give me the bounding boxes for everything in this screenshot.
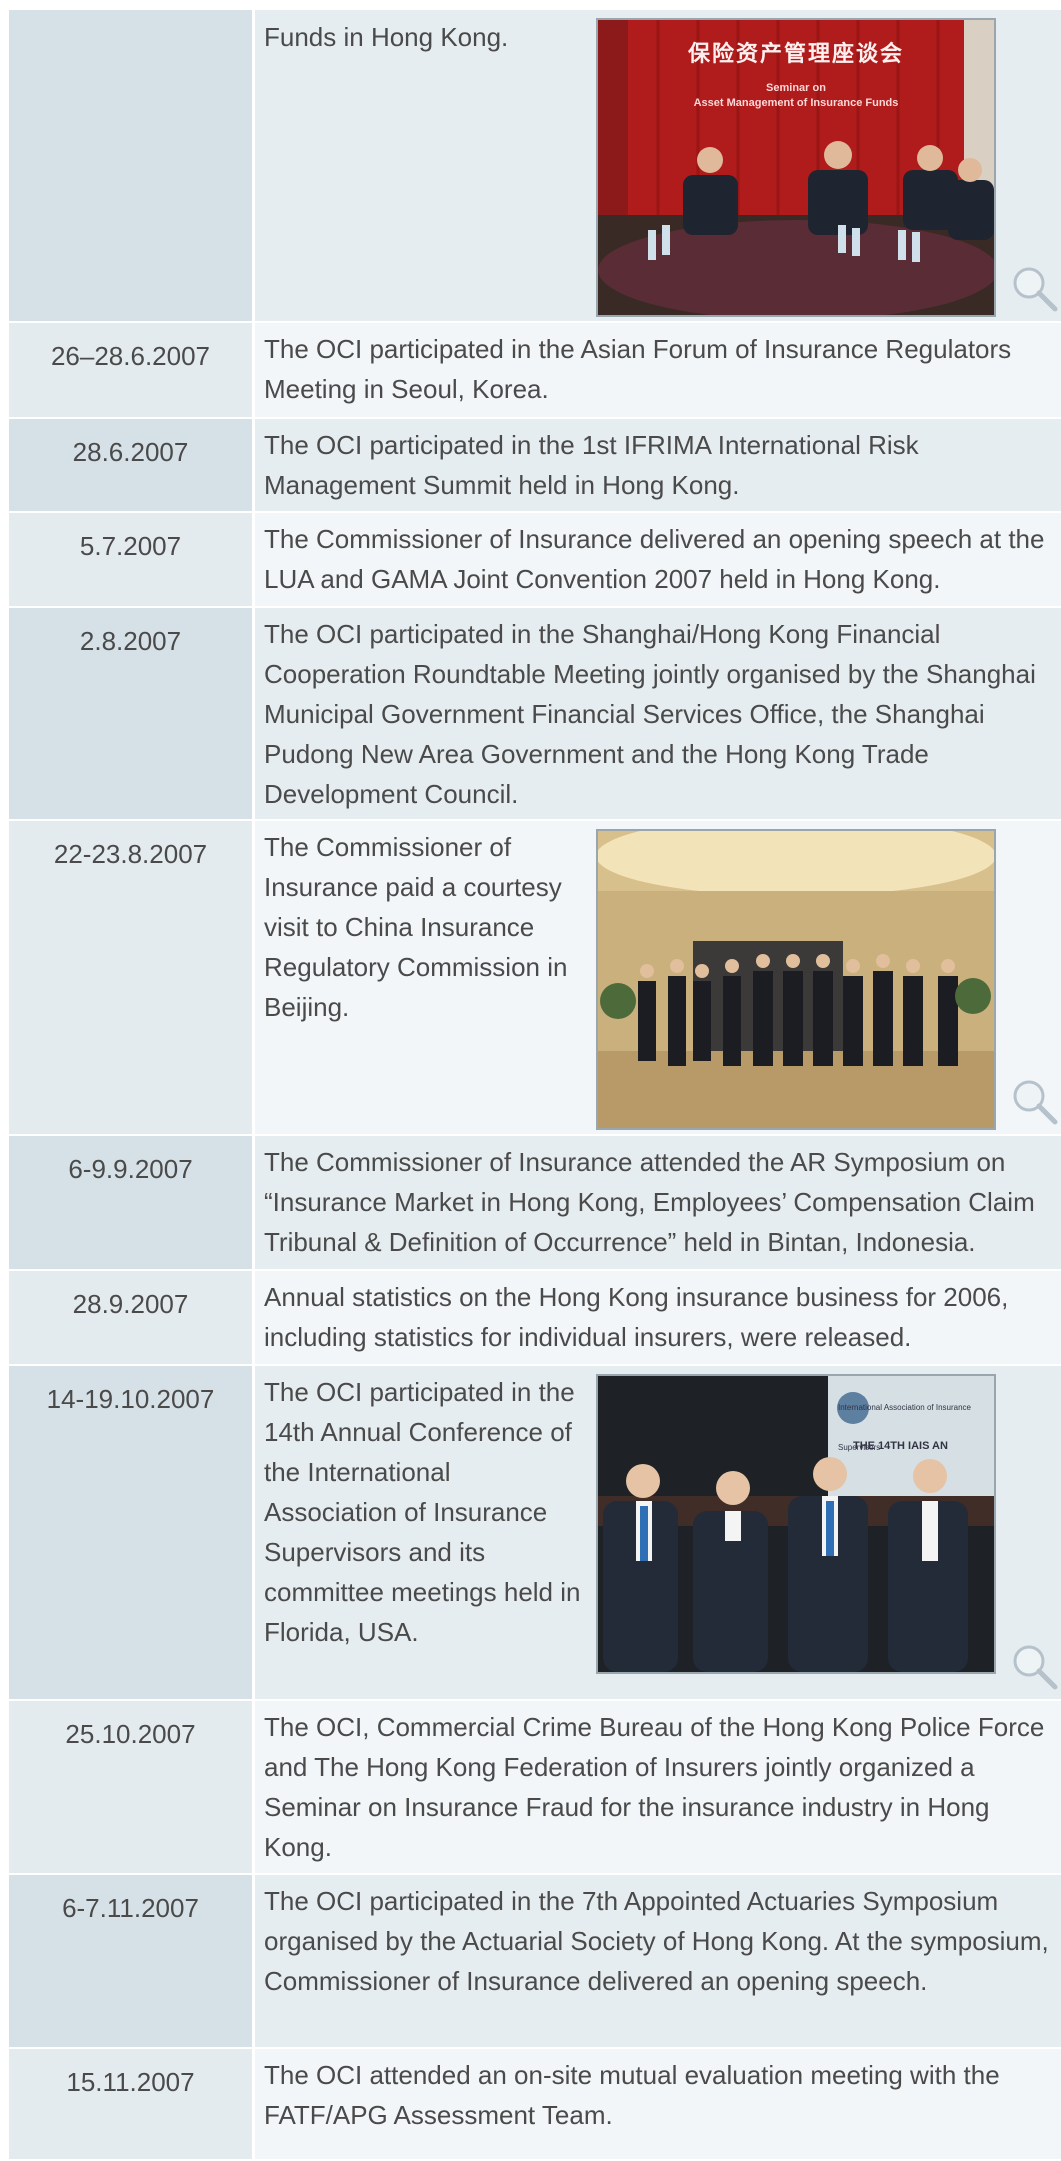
event-description: The Commissioner of Insurance paid a cou… [264, 832, 568, 1022]
event-date: 5.7.2007 [9, 513, 255, 606]
event-description: The OCI participated in the 14th Annual … [264, 1377, 581, 1647]
event-date: 25.10.2007 [9, 1701, 255, 1873]
event-description: The Commissioner of Insurance attended t… [255, 1136, 1061, 1269]
event-date: 2.8.2007 [9, 608, 255, 819]
table-row: 6-7.11.2007 The OCI participated in the … [9, 1875, 1061, 2049]
table-row: 25.10.2007 The OCI, Commercial Crime Bur… [9, 1701, 1061, 1875]
event-date [9, 10, 255, 321]
event-description: The OCI participated in the Asian Forum … [255, 323, 1061, 417]
event-photo[interactable] [596, 829, 996, 1130]
magnify-icon[interactable] [1009, 263, 1059, 313]
event-description: The OCI attended an on-site mutual evalu… [255, 2049, 1061, 2159]
event-photo[interactable]: 保险资产管理座谈会 Seminar on Asset Management of… [596, 18, 996, 317]
conference-banner-line2: THE 14TH IAIS AN [853, 1440, 948, 1452]
event-description: The OCI participated in the 1st IFRIMA I… [255, 419, 1061, 511]
table-row: 6-9.9.2007 The Commissioner of Insurance… [9, 1136, 1061, 1271]
event-description: The OCI, Commercial Crime Bureau of the … [255, 1701, 1061, 1873]
table-row: Funds in Hong Kong. 保险资产管理座谈会 Seminar on… [9, 10, 1061, 323]
table-row: 28.6.2007 The OCI participated in the 1s… [9, 419, 1061, 513]
event-photo[interactable]: International Association of Insurance S… [596, 1374, 996, 1674]
event-description: The OCI participated in the Shanghai/Hon… [255, 608, 1061, 819]
magnify-icon[interactable] [1009, 1641, 1059, 1691]
event-date: 28.6.2007 [9, 419, 255, 511]
event-date: 6-7.11.2007 [9, 1875, 255, 2047]
event-date: 15.11.2007 [9, 2049, 255, 2159]
table-row: 26–28.6.2007 The OCI participated in the… [9, 323, 1061, 419]
event-description: Funds in Hong Kong. [264, 22, 509, 52]
table-row: 15.11.2007 The OCI attended an on-site m… [9, 2049, 1061, 2161]
event-date: 22-23.8.2007 [9, 821, 255, 1134]
table-row: 28.9.2007 Annual statistics on the Hong … [9, 1271, 1061, 1366]
table-row: 5.7.2007 The Commissioner of Insurance d… [9, 513, 1061, 608]
event-date: 26–28.6.2007 [9, 323, 255, 417]
event-description: The Commissioner of Insurance delivered … [255, 513, 1061, 606]
magnify-icon[interactable] [1009, 1076, 1059, 1126]
table-row: 2.8.2007 The OCI participated in the Sha… [9, 608, 1061, 821]
event-date: 14-19.10.2007 [9, 1366, 255, 1699]
seminar-banner-en2: Asset Management of Insurance Funds [693, 97, 899, 109]
table-row: 22-23.8.2007 The Commissioner of Insuran… [9, 821, 1061, 1136]
event-date: 28.9.2007 [9, 1271, 255, 1364]
event-date: 6-9.9.2007 [9, 1136, 255, 1269]
group-photo-art [598, 831, 994, 1128]
events-table: Funds in Hong Kong. 保险资产管理座谈会 Seminar on… [9, 10, 1061, 2161]
event-description: The OCI participated in the 7th Appointe… [255, 1875, 1061, 2047]
table-row: 14-19.10.2007 The OCI participated in th… [9, 1366, 1061, 1701]
event-description: Annual statistics on the Hong Kong insur… [255, 1271, 1061, 1364]
